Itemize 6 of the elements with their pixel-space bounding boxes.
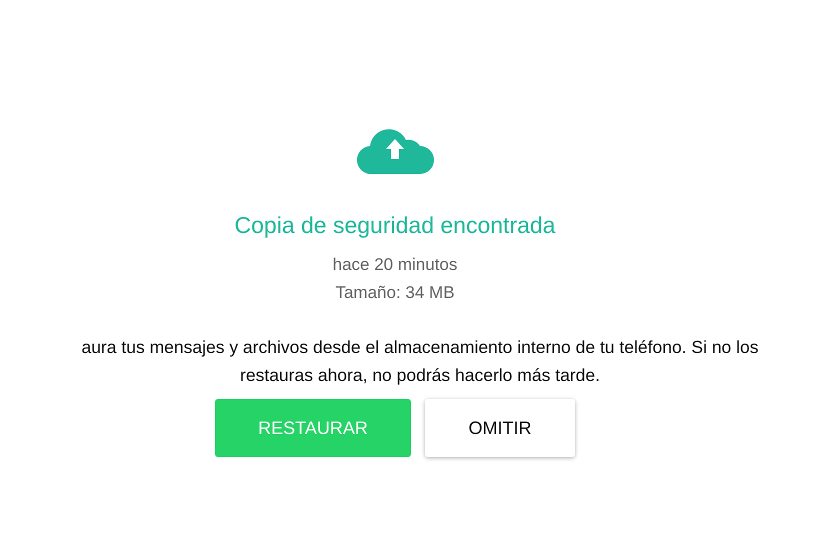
backup-detail: Tamaño: 34 MB xyxy=(335,283,455,303)
skip-button[interactable]: OMITIR xyxy=(425,399,575,457)
cloud-upload-icon xyxy=(356,128,434,174)
restore-message: aura tus mensajes y archivos desde el almacenamiento interno de tu teléfono. Si no los restauras ahora, no podrás hacerlo más tarde. xyxy=(80,336,760,387)
backup-detail: hace 20 minutos xyxy=(332,255,458,275)
backup-title: Copia de seguridad encontrada xyxy=(234,212,556,239)
